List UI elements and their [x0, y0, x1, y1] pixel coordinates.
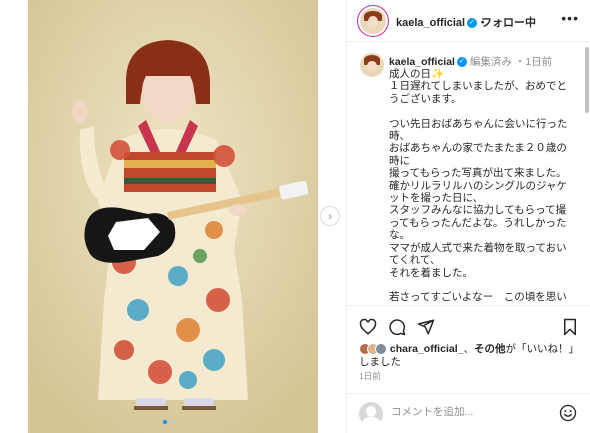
caption-time: 1日前 — [525, 56, 553, 68]
more-options-icon[interactable]: ••• — [561, 10, 579, 26]
likes-separator: 、 — [463, 343, 474, 355]
likes-summary: chara_official_、その他が「いいね！」しました — [359, 343, 585, 369]
carousel-dots — [163, 420, 174, 424]
carousel-dot — [170, 420, 174, 424]
carousel-dot — [163, 420, 167, 424]
liker-avatar[interactable] — [375, 343, 387, 356]
post-side-pane: kaela_official ✓ ・ フォロー中 ••• kaela_officia… — [346, 0, 590, 433]
action-bar — [347, 305, 590, 345]
caption-edited: 編集済み — [469, 56, 512, 68]
heart-icon[interactable] — [359, 318, 377, 336]
following-button[interactable]: フォロー中 — [481, 14, 536, 30]
author-avatar[interactable] — [360, 8, 386, 34]
post-header: kaela_official ✓ ・ フォロー中 ••• — [347, 0, 590, 42]
bookmark-icon[interactable] — [561, 318, 579, 336]
caption-section: kaela_official ✓ 編集済み ・1日前 成人の日✨ １日遅れてしまい… — [347, 43, 590, 305]
chevron-right-icon: › — [328, 209, 332, 223]
caption-avatar[interactable] — [360, 53, 384, 77]
kimono-guitar-photo — [28, 0, 318, 433]
current-user-avatar — [359, 402, 383, 426]
smiley-icon[interactable] — [559, 404, 577, 422]
post-timestamp[interactable]: 1日前 — [359, 370, 381, 382]
post-media: › — [0, 0, 345, 433]
author-username[interactable]: kaela_official ✓ ・ — [396, 14, 488, 30]
likes-others-link[interactable]: その他 — [474, 343, 506, 355]
comment-icon[interactable] — [388, 318, 406, 336]
caption-text: 成人の日✨ １日遅れてしまいましたが、おめでとうございます。 つい先日おばあちゃ… — [389, 68, 568, 304]
verified-badge-icon: ✓ — [456, 57, 467, 68]
comment-input[interactable] — [391, 406, 551, 418]
share-icon[interactable] — [417, 318, 435, 336]
post-photo[interactable] — [28, 0, 318, 433]
liker-username[interactable]: chara_official_ — [390, 343, 464, 355]
caption-scrollbar[interactable] — [585, 47, 589, 113]
carousel-next-button[interactable]: › — [320, 206, 340, 226]
comment-box — [347, 393, 590, 433]
verified-badge-icon: ✓ — [467, 18, 478, 29]
author-username-text[interactable]: kaela_official — [396, 17, 465, 29]
instagram-post-modal: › kaela_official ✓ ・ フォロー中 ••• kaela_offic… — [0, 0, 590, 433]
caption-meta: kaela_official ✓ 編集済み ・1日前 — [389, 56, 553, 68]
caption-username[interactable]: kaela_official — [389, 56, 455, 68]
